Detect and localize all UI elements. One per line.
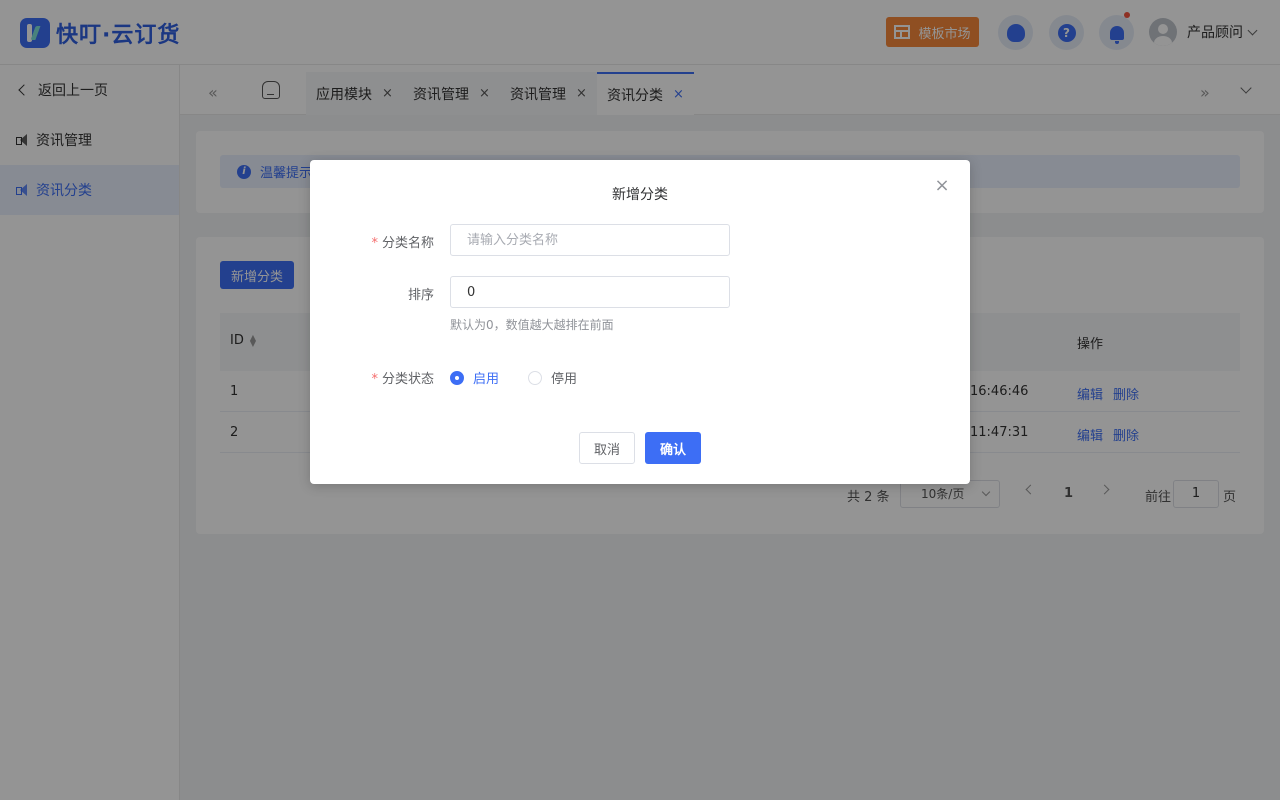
required-mark: * xyxy=(371,372,378,387)
cancel-button[interactable]: 取消 xyxy=(579,432,635,464)
add-category-dialog: 新增分类 × *分类名称 排序 默认为0，数值越大越排在前面 *分类状态 启用 … xyxy=(310,160,970,484)
sort-hint: 默认为0，数值越大越排在前面 xyxy=(450,318,614,332)
radio-label: 停用 xyxy=(551,372,578,387)
category-status-label: * 分类状态 xyxy=(310,368,434,387)
required-mark: * xyxy=(371,236,378,251)
category-name-label: * 分类名称 xyxy=(310,232,434,251)
radio-label: 启用 xyxy=(473,372,500,387)
category-name-input[interactable] xyxy=(450,224,730,256)
sort-input[interactable] xyxy=(450,276,730,308)
status-radio-disabled[interactable]: 停用 xyxy=(528,368,577,387)
category-status-label-text: 分类状态 xyxy=(381,372,434,387)
confirm-button[interactable]: 确认 xyxy=(645,432,701,464)
status-radio-enabled[interactable]: 启用 xyxy=(450,368,499,387)
close-icon[interactable]: × xyxy=(934,177,950,195)
dialog-title: 新增分类 xyxy=(612,187,668,203)
radio-unchecked-icon xyxy=(528,370,542,385)
sort-label: 排序 xyxy=(407,288,434,303)
radio-checked-icon xyxy=(450,370,464,385)
category-name-label-text: 分类名称 xyxy=(381,236,434,251)
